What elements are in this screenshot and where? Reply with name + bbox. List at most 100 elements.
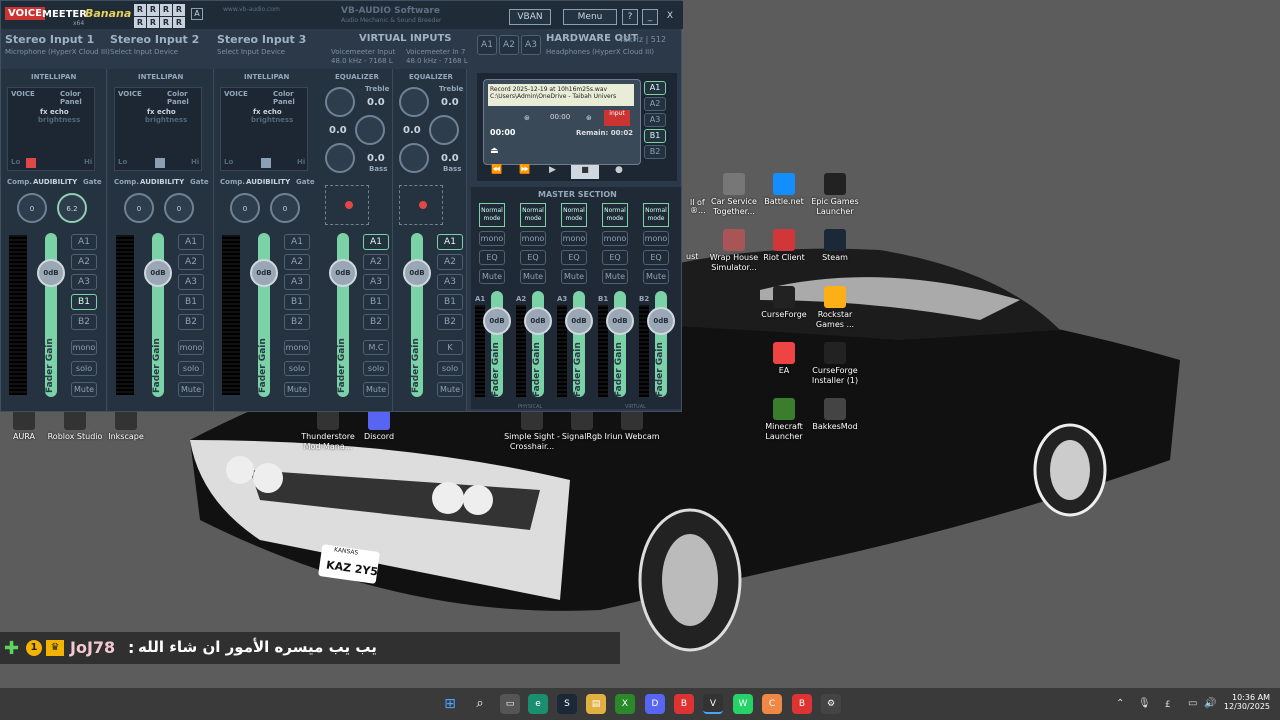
recorder-input[interactable]: input xyxy=(604,110,630,126)
brave-icon[interactable]: B xyxy=(674,694,694,714)
bus-b2-button[interactable]: B2 xyxy=(437,314,463,330)
vban-button[interactable]: VBAN xyxy=(509,9,551,25)
bus-a1-button[interactable]: A1 xyxy=(178,234,204,250)
hardware-a1-button[interactable]: A1 xyxy=(477,35,497,55)
pan-cursor[interactable] xyxy=(155,158,165,168)
master-fader-knob[interactable]: 0dB xyxy=(524,307,552,335)
bus-a1-button[interactable]: A1 xyxy=(71,234,97,250)
solo-button[interactable]: solo xyxy=(178,361,204,376)
input2-title[interactable]: Stereo Input 2 xyxy=(110,33,199,46)
master-mute-button[interactable]: Mute xyxy=(479,269,505,284)
intellipan-pad[interactable]: VOICE Color Panel fx echo brightness Lo Hi xyxy=(114,87,202,171)
menu-button[interactable]: Menu xyxy=(563,9,617,25)
fader-knob[interactable]: 0dB xyxy=(144,259,172,287)
k-button[interactable]: K xyxy=(437,340,463,355)
xbox-icon[interactable]: X xyxy=(615,694,635,714)
master-mute-button[interactable]: Mute xyxy=(561,269,587,284)
discord-taskbar-icon[interactable]: D xyxy=(645,694,665,714)
master-mono-button[interactable]: mono xyxy=(602,231,628,246)
hardware-device[interactable]: Headphones (HyperX Cloud III) xyxy=(546,48,654,56)
fader-knob[interactable]: 0dB xyxy=(329,259,357,287)
intellipan-pad[interactable]: VOICE Color Panel fx echo brightness Lo Hi xyxy=(220,87,308,171)
mute-button[interactable]: Mute xyxy=(178,382,204,397)
tray-chevron-icon[interactable]: ⌃ xyxy=(1116,698,1124,709)
record-icon[interactable]: ● xyxy=(615,165,623,175)
bus-a3-button[interactable]: A3 xyxy=(284,274,310,290)
desktop-icon[interactable]: Steam xyxy=(805,229,865,263)
input3-device[interactable]: Select Input Device xyxy=(217,48,285,56)
fader-knob[interactable]: 0dB xyxy=(250,259,278,287)
desktop-icon[interactable]: Iriun Webcam xyxy=(602,408,662,442)
task-view-icon[interactable]: ▭ xyxy=(500,694,520,714)
master-mute-button[interactable]: Mute xyxy=(520,269,546,284)
bus-a3-button[interactable]: A3 xyxy=(363,274,389,290)
bus-a2-button[interactable]: A2 xyxy=(363,254,389,270)
input3-title[interactable]: Stereo Input 3 xyxy=(217,33,306,46)
bus-b2-button[interactable]: B2 xyxy=(178,314,204,330)
master-mono-button[interactable]: mono xyxy=(561,231,587,246)
desktop-icon[interactable]: CurseForge Installer (1) xyxy=(805,342,865,386)
rewind-icon[interactable]: ⏪ xyxy=(491,165,502,175)
steam-taskbar-icon[interactable]: S xyxy=(557,694,577,714)
chrome-icon[interactable]: C xyxy=(762,694,782,714)
hardware-a3-button[interactable]: A3 xyxy=(521,35,541,55)
rack-button[interactable]: R xyxy=(134,4,146,16)
bus-b1-button[interactable]: B1 xyxy=(437,294,463,310)
bus-b2-button[interactable]: B2 xyxy=(363,314,389,330)
bus-a1-button[interactable]: A1 xyxy=(363,234,389,250)
hardware-a2-button[interactable]: A2 xyxy=(499,35,519,55)
gate-knob[interactable]: 0 xyxy=(164,193,194,223)
solo-button[interactable]: solo xyxy=(71,361,97,376)
fader-knob[interactable]: 0dB xyxy=(403,259,431,287)
normal-mode-button[interactable]: Normal mode xyxy=(520,203,546,227)
comp-knob[interactable]: 0 xyxy=(124,193,154,223)
bus-a2-button[interactable]: A2 xyxy=(178,254,204,270)
solo-button[interactable]: solo xyxy=(363,361,389,376)
eq-knob[interactable] xyxy=(325,87,355,117)
recorder-a3-button[interactable]: A3 xyxy=(644,113,666,127)
pan-dot[interactable] xyxy=(419,201,427,209)
bus-b1-button[interactable]: B1 xyxy=(178,294,204,310)
whatsapp-icon[interactable]: W xyxy=(733,694,753,714)
master-mono-button[interactable]: mono xyxy=(520,231,546,246)
play-icon[interactable]: ▶ xyxy=(549,165,556,175)
mono-button[interactable]: mono xyxy=(71,340,97,355)
eject-icon[interactable]: ⏏ xyxy=(490,146,499,156)
bus-a1-button[interactable]: A1 xyxy=(284,234,310,250)
master-eq-button[interactable]: EQ xyxy=(561,250,587,265)
master-eq-button[interactable]: EQ xyxy=(520,250,546,265)
input1-device[interactable]: Microphone (HyperX Cloud III) xyxy=(5,48,110,56)
rack-button[interactable]: R xyxy=(147,16,159,28)
desktop-icon[interactable]: Inkscape xyxy=(96,408,156,442)
network-icon[interactable]: ▭ xyxy=(1188,698,1197,709)
bus-a2-button[interactable]: A2 xyxy=(437,254,463,270)
master-mute-button[interactable]: Mute xyxy=(602,269,628,284)
bus-a2-button[interactable]: A2 xyxy=(71,254,97,270)
pan-cursor[interactable] xyxy=(261,158,271,168)
master-fader-knob[interactable]: 0dB xyxy=(483,307,511,335)
mono-button[interactable]: mono xyxy=(178,340,204,355)
bus-a3-button[interactable]: A3 xyxy=(437,274,463,290)
clock[interactable]: 10:36 AM 12/30/2025 xyxy=(1222,693,1270,711)
settings-icon[interactable]: ⚙ xyxy=(821,694,841,714)
normal-mode-button[interactable]: Normal mode xyxy=(643,203,669,227)
desktop-icon[interactable]: Epic Games Launcher xyxy=(805,173,865,217)
search-icon[interactable]: ⌕ xyxy=(470,694,490,714)
rack-button[interactable]: R xyxy=(160,4,172,16)
normal-mode-button[interactable]: Normal mode xyxy=(479,203,505,227)
mute-button[interactable]: Mute xyxy=(284,382,310,397)
bus-b2-button[interactable]: B2 xyxy=(284,314,310,330)
mono-button[interactable]: mono xyxy=(284,340,310,355)
normal-mode-button[interactable]: Normal mode xyxy=(602,203,628,227)
brave2-icon[interactable]: B xyxy=(792,694,812,714)
input1-title[interactable]: Stereo Input 1 xyxy=(5,33,94,46)
mute-button[interactable]: Mute xyxy=(71,382,97,397)
eq-knob[interactable] xyxy=(325,143,355,173)
rack-extra[interactable]: A xyxy=(191,8,203,20)
master-eq-button[interactable]: EQ xyxy=(479,250,505,265)
mute-button[interactable]: Mute xyxy=(437,382,463,397)
desktop-icon[interactable]: Rockstar Games ... xyxy=(805,286,865,330)
eq-knob[interactable] xyxy=(355,115,385,145)
pan-cursor[interactable] xyxy=(26,158,36,168)
recorder-a2-button[interactable]: A2 xyxy=(644,97,666,111)
